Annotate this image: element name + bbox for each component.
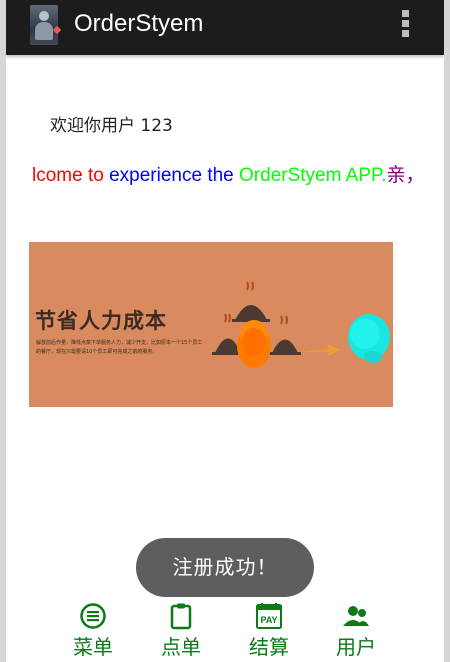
nav-item-menu[interactable]: 菜单 (58, 600, 128, 662)
service-bell-icon (232, 281, 270, 322)
clipboard-icon (170, 603, 192, 630)
app-icon-figure-body (35, 22, 53, 40)
pay-icon: PAY (256, 603, 282, 629)
overflow-dot (402, 30, 409, 37)
arrow-icon (299, 344, 341, 356)
overflow-dot (402, 20, 409, 27)
window-frame-right (444, 0, 450, 662)
list-icon (80, 603, 106, 629)
marquee-track: lcome to experience the OrderStyem APP.亲… (32, 162, 425, 190)
marquee-segment: 亲， (386, 165, 425, 186)
pay-icon-text: PAY (260, 615, 277, 625)
service-bell-icon (269, 315, 301, 355)
app-title: OrderStyem (74, 10, 204, 37)
overflow-dot (402, 10, 409, 17)
nav-item-user[interactable]: 用户 (321, 600, 391, 662)
toast-message: 注册成功！ (136, 538, 314, 597)
app-screen: OrderStyem 欢迎你用户 123 lcome to experience… (6, 0, 444, 662)
users-icon (343, 606, 369, 626)
marquee-segment: OrderStyem APP. (239, 165, 387, 186)
nav-label: 用户 (336, 635, 376, 659)
nav-item-checkout[interactable]: PAY 结算 (234, 600, 304, 662)
promo-banner[interactable]: 节省人力成本 解放前后作量，降低点菜下单服务人力，减少开支，比如原本一个15个员… (29, 242, 393, 407)
bottom-navigation: 菜单 点单 PAY 结算 用户 (6, 600, 444, 662)
nav-item-order[interactable]: 点单 (146, 600, 216, 662)
app-icon[interactable] (30, 5, 62, 45)
marquee-segment: experience the (109, 165, 240, 186)
app-icon-accent (52, 25, 62, 35)
overflow-menu-icon[interactable] (402, 10, 410, 40)
nav-label: 点单 (161, 635, 201, 659)
nav-label: 菜单 (73, 635, 113, 659)
marquee-segment: lcome to (32, 165, 110, 186)
banner-illustration (212, 281, 390, 368)
welcome-marquee: lcome to experience the OrderStyem APP.亲… (6, 162, 444, 190)
nav-label: 结算 (249, 635, 289, 659)
app-icon-figure-head (39, 11, 49, 21)
cyan-worker-figure (348, 314, 390, 363)
welcome-user-text: 欢迎你用户 123 (50, 116, 173, 136)
orange-worker-figure (237, 320, 271, 368)
action-bar: OrderStyem (6, 0, 444, 55)
